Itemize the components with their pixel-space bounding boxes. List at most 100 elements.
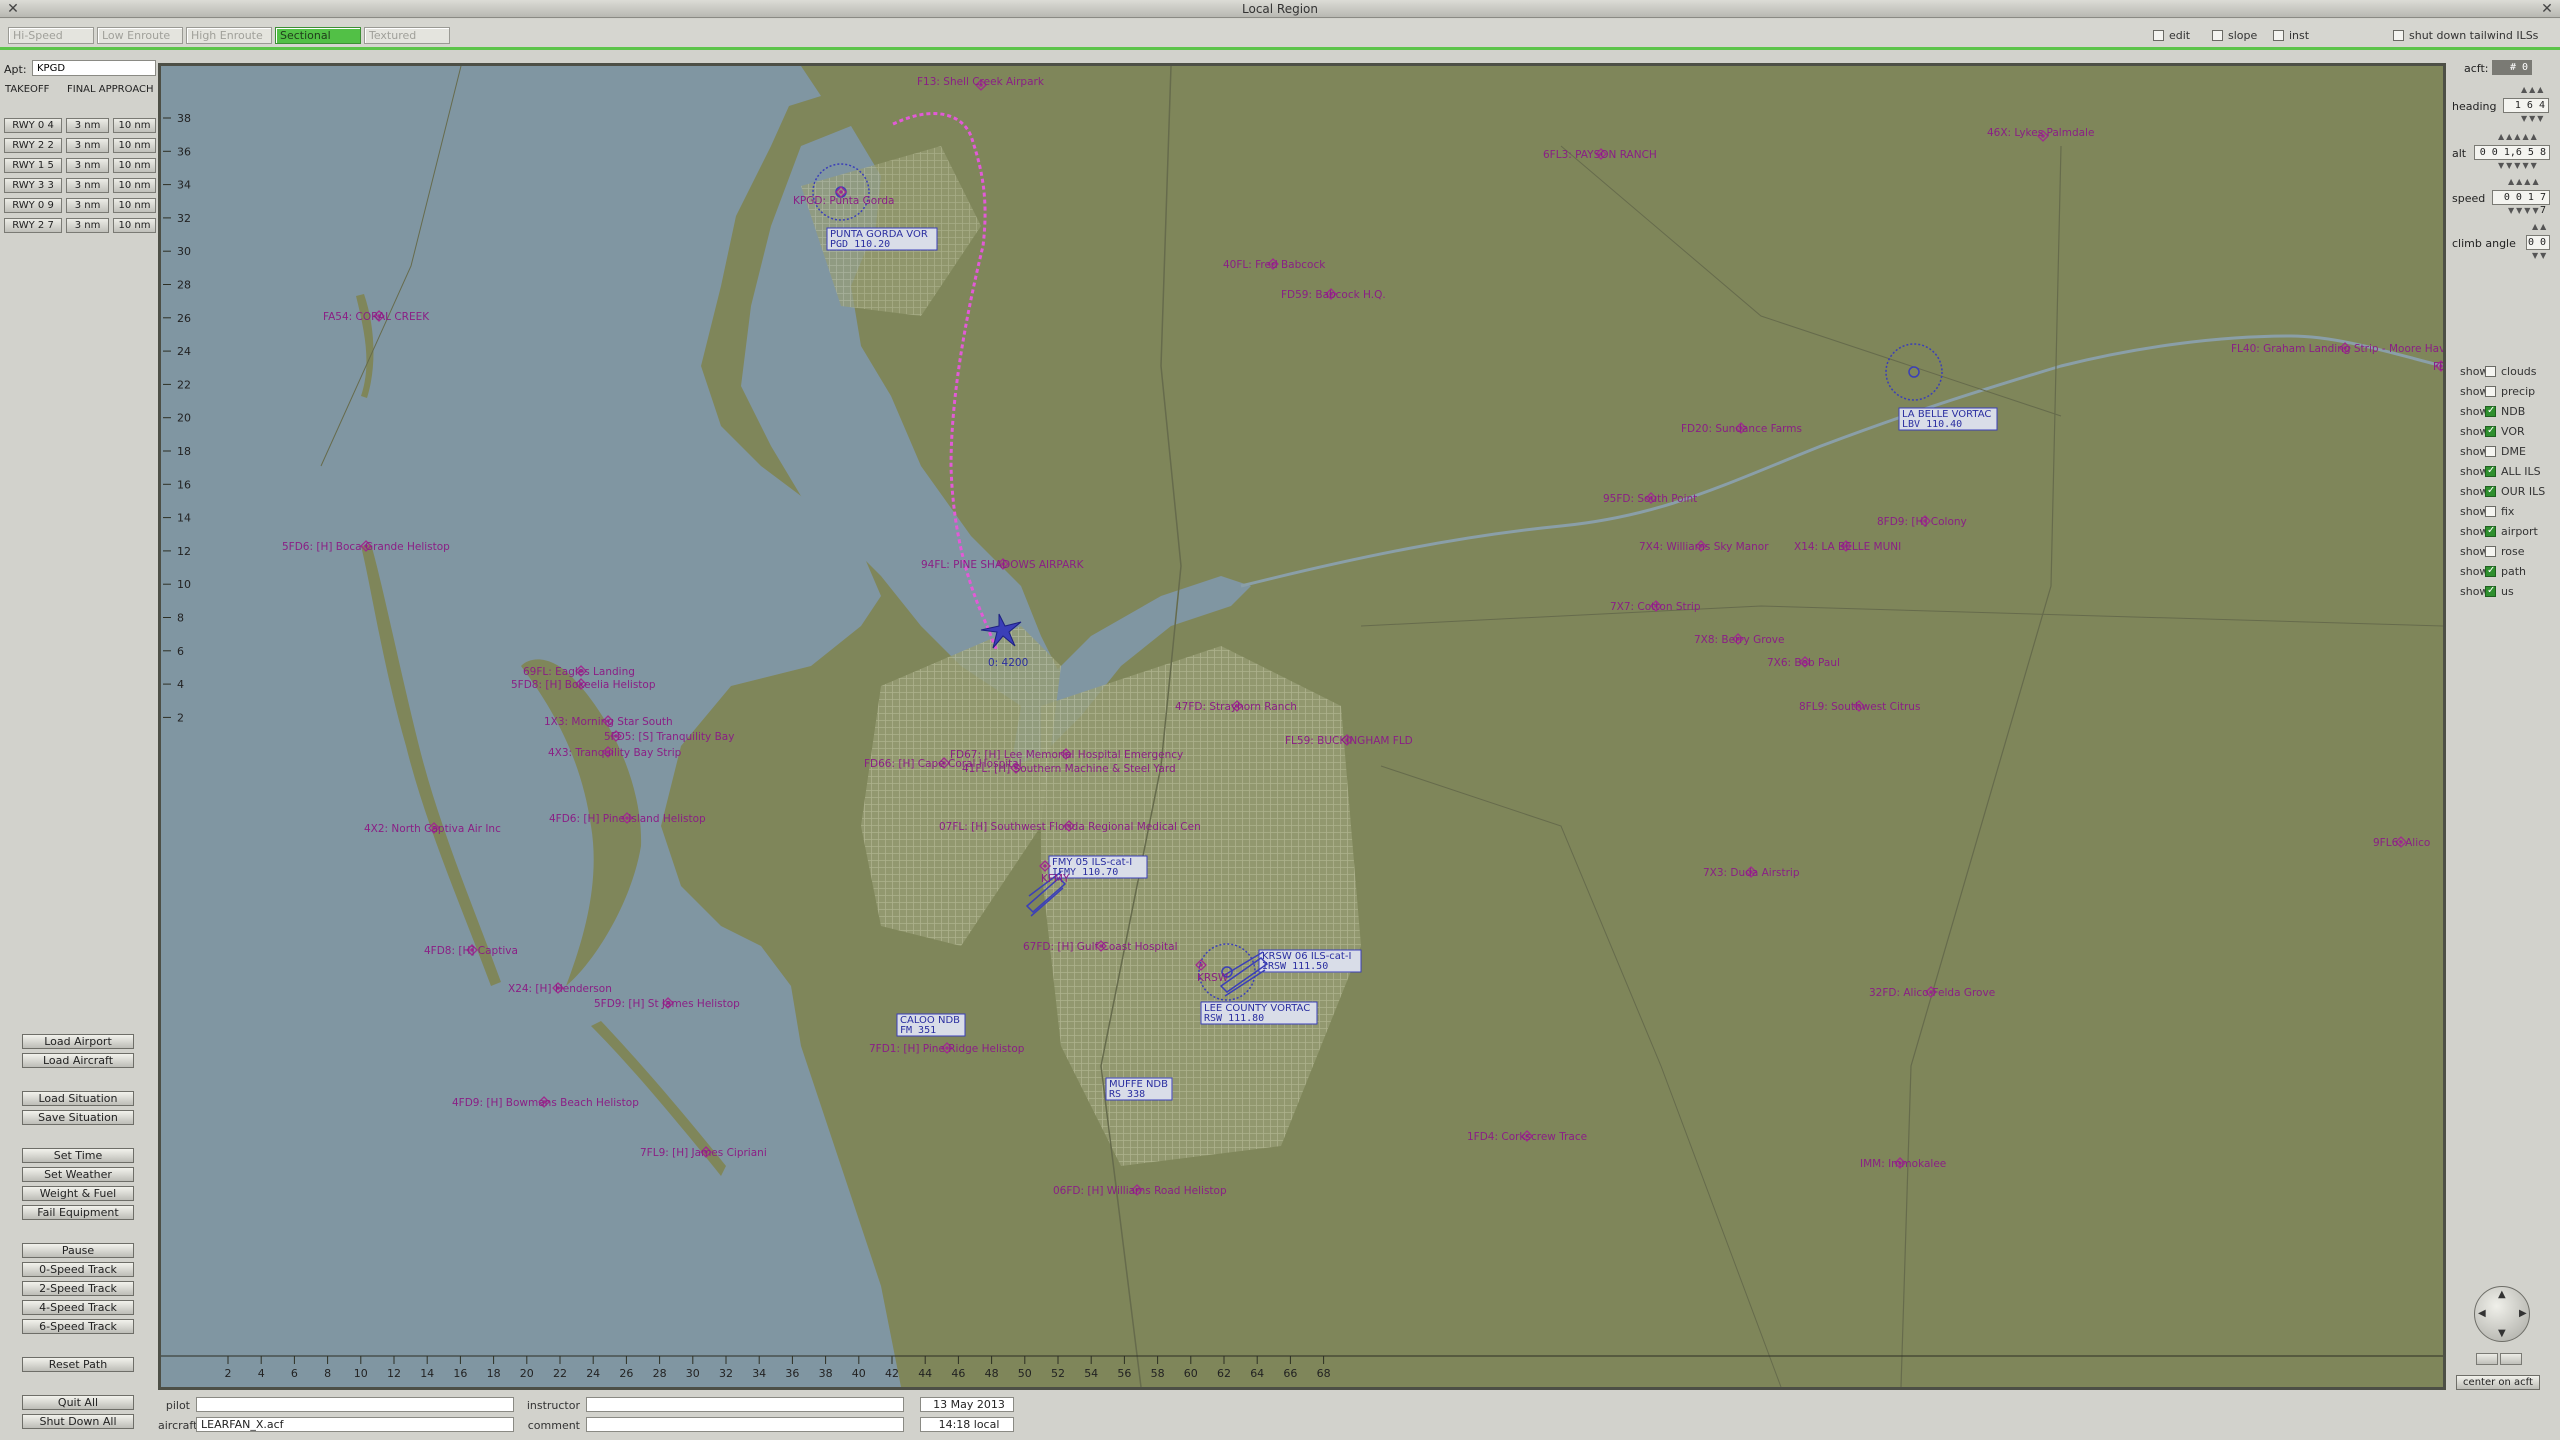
airport-marker[interactable]: FA54: CORAL CREEK: [323, 310, 430, 323]
layer-toggle-path[interactable]: show path: [2460, 564, 2526, 579]
checkbox-icon[interactable]: [2485, 424, 2496, 438]
6-speed-track-button[interactable]: 6-Speed Track: [22, 1319, 134, 1334]
checkbox-icon[interactable]: [2485, 404, 2496, 418]
acft-select[interactable]: # 0: [2492, 60, 2532, 75]
4-speed-track-button[interactable]: 4-Speed Track: [22, 1300, 134, 1315]
save-situation-button[interactable]: Save Situation: [22, 1110, 134, 1125]
pan-down-icon[interactable]: ▼: [2498, 1328, 2506, 1339]
shutdown-tailwind-ils-checkbox[interactable]: shut down tailwind ILSs: [2393, 27, 2538, 44]
airport-marker[interactable]: 7X3: Duda Airstrip: [1703, 866, 1800, 879]
airport-marker[interactable]: 7FD1: [H] Pine Ridge Helistop: [869, 1042, 1025, 1055]
airport-marker[interactable]: 1FD4: Corkscrew Trace: [1467, 1130, 1587, 1143]
alt-up-arrows[interactable]: ▲▲▲▲▲: [2498, 132, 2539, 141]
checkbox-icon[interactable]: [2273, 30, 2284, 41]
airport-input[interactable]: [32, 60, 156, 76]
airport-marker[interactable]: 7X4: Williams Sky Manor: [1639, 540, 1769, 553]
heading-down-arrows[interactable]: ▼▼▼: [2521, 114, 2545, 123]
alt-down-arrows[interactable]: ▼▼▼▼▼: [2498, 161, 2539, 170]
airport-marker[interactable]: 40FL: Fred Babcock: [1223, 258, 1326, 271]
airport-marker[interactable]: 9FL6: Alico: [2373, 836, 2430, 849]
tab-sectional[interactable]: Sectional: [275, 27, 361, 44]
final-distance-button[interactable]: 10 nm: [113, 118, 156, 133]
airport-marker[interactable]: 67FD: [H] Gulf Coast Hospital: [1023, 940, 1178, 953]
tab-low-enroute[interactable]: Low Enroute: [97, 27, 183, 44]
airport-marker[interactable]: 8FL9: Southwest Citrus: [1799, 700, 1920, 713]
set-weather-button[interactable]: Set Weather: [22, 1167, 134, 1182]
ndb-muffe[interactable]: MUFFE NDBRS 338: [1105, 1077, 1173, 1101]
airport-marker[interactable]: 47FD: Strayhorn Ranch: [1175, 700, 1297, 713]
pan-right-icon[interactable]: ▶: [2519, 1308, 2527, 1319]
airport-marker[interactable]: 95FD: South Point: [1603, 492, 1697, 505]
time-field[interactable]: 14:18 local: [920, 1417, 1014, 1432]
airport-marker[interactable]: F13: Shell Creek Airpark: [917, 76, 1045, 91]
center-on-acft-button[interactable]: center on acft: [2456, 1375, 2540, 1390]
edit-checkbox[interactable]: edit: [2153, 27, 2190, 44]
layer-toggle-our-ils[interactable]: show OUR ILS: [2460, 484, 2545, 499]
slope-checkbox[interactable]: slope: [2212, 27, 2257, 44]
zoom-in-button[interactable]: [2500, 1353, 2522, 1365]
pan-left-icon[interactable]: ◀: [2478, 1308, 2486, 1319]
checkbox-icon[interactable]: [2212, 30, 2223, 41]
airport-marker[interactable]: 4FD9: [H] Bowmans Beach Helistop: [452, 1096, 639, 1109]
final-distance-button[interactable]: 10 nm: [113, 218, 156, 233]
checkbox-icon[interactable]: [2485, 546, 2496, 557]
takeoff-distance-button[interactable]: 3 nm: [66, 158, 109, 173]
alt-field[interactable]: 0 0 1,6 5 8: [2474, 145, 2550, 160]
airport-marker[interactable]: FL59: BUCKINGHAM FLD: [1285, 734, 1413, 747]
airport-marker[interactable]: 07FL: [H] Southwest Florida Regional Med…: [939, 820, 1201, 833]
airport-marker[interactable]: 4FD8: [H] Captiva: [424, 944, 518, 957]
pause-button[interactable]: Pause: [22, 1243, 134, 1258]
airport-marker[interactable]: 46X: Lykes Palmdale: [1987, 127, 2094, 142]
airport-marker[interactable]: FL40: Graham Landing Strip - Moore Have: [2231, 342, 2443, 355]
quit-all-button[interactable]: Quit All: [22, 1395, 134, 1410]
airport-marker[interactable]: 7X7: Cotton Strip: [1610, 600, 1701, 613]
speed-down-arrows[interactable]: ▼▼▼▼: [2508, 206, 2541, 215]
pan-up-icon[interactable]: ▲: [2498, 1289, 2506, 1300]
layer-toggle-dme[interactable]: show DME: [2460, 445, 2526, 459]
runway-button[interactable]: RWY 3 3: [4, 178, 62, 193]
airport-marker[interactable]: 1X3: Morning Star South: [544, 715, 673, 728]
instructor-field[interactable]: [586, 1397, 904, 1412]
close-icon[interactable]: ✕: [2538, 0, 2556, 18]
takeoff-distance-button[interactable]: 3 nm: [66, 118, 109, 133]
shut-down-all-button[interactable]: Shut Down All: [22, 1414, 134, 1429]
load-aircraft-button[interactable]: Load Aircraft: [22, 1053, 134, 1068]
climb-angle-field[interactable]: 0 0: [2526, 235, 2550, 250]
runway-button[interactable]: RWY 0 9: [4, 198, 62, 213]
airport-marker[interactable]: 4X3: Tranquility Bay Strip: [548, 746, 682, 759]
checkbox-icon[interactable]: [2485, 464, 2496, 478]
checkbox-icon[interactable]: [2153, 30, 2164, 41]
final-distance-button[interactable]: 10 nm: [113, 138, 156, 153]
runway-button[interactable]: RWY 2 2: [4, 138, 62, 153]
layer-toggle-vor[interactable]: show VOR: [2460, 424, 2525, 439]
checkbox-icon[interactable]: [2485, 584, 2496, 598]
airport-marker[interactable]: 5FD9: [H] St James Helistop: [594, 997, 740, 1010]
comment-field[interactable]: [586, 1417, 904, 1432]
tab-hi-speed[interactable]: Hi-Speed: [8, 27, 94, 44]
climb-down-arrows[interactable]: ▼▼: [2532, 251, 2548, 260]
airport-marker[interactable]: 94FL: PINE SHADOWS AIRPARK: [921, 558, 1085, 571]
airport-marker[interactable]: 4FD6: [H] Pine Island Helistop: [549, 812, 706, 825]
layer-toggle-ndb[interactable]: show NDB: [2460, 404, 2525, 419]
0-speed-track-button[interactable]: 0-Speed Track: [22, 1262, 134, 1277]
set-time-button[interactable]: Set Time: [22, 1148, 134, 1163]
airport-marker[interactable]: 6FL3: PAYSON RANCH: [1543, 148, 1657, 161]
takeoff-distance-button[interactable]: 3 nm: [66, 178, 109, 193]
reset-path-button[interactable]: Reset Path: [22, 1357, 134, 1372]
pan-joystick[interactable]: ▲ ▼ ◀ ▶: [2474, 1286, 2530, 1342]
runway-button[interactable]: RWY 0 4: [4, 118, 62, 133]
weight-fuel-button[interactable]: Weight & Fuel: [22, 1186, 134, 1201]
sectional-map[interactable]: 2 4 6 8 10 12 14 16 18 20 22 24 26 28 30 32 34 36 38 40 42 44…: [161, 66, 2443, 1387]
airport-marker[interactable]: 7X8: Berry Grove: [1694, 633, 1784, 646]
checkbox-icon[interactable]: [2393, 30, 2404, 41]
ils-rsw-06[interactable]: KRSW 06 ILS-cat-IIRSW 111.50: [1258, 949, 1362, 973]
ndb-caloo[interactable]: CALOO NDBFM 351: [896, 1013, 966, 1037]
layer-toggle-fix[interactable]: show fix: [2460, 505, 2514, 519]
airport-marker[interactable]: 7X6: Bob Paul: [1767, 656, 1840, 669]
checkbox-icon[interactable]: [2485, 366, 2496, 377]
speed-field[interactable]: 0 0 1 7 7: [2492, 190, 2550, 216]
takeoff-distance-button[interactable]: 3 nm: [66, 198, 109, 213]
checkbox-icon[interactable]: [2485, 564, 2496, 578]
heading-field[interactable]: 1 6 4: [2503, 98, 2549, 113]
climb-up-arrows[interactable]: ▲▲: [2532, 222, 2548, 231]
